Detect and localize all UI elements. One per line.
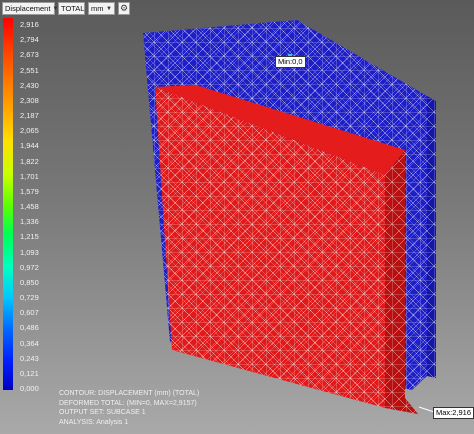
max-value-probe[interactable]: Max:2,916 <box>433 407 474 419</box>
deformed-info-line: DEFORMED TOTAL: (MIN=0, MAX=2,9157) <box>59 399 197 407</box>
fea-model-view[interactable] <box>0 0 474 434</box>
max-probe-leader <box>418 406 435 413</box>
contour-info-line: CONTOUR: DISPLACEMENT (mm) (TOTAL) <box>59 390 200 397</box>
analysis-line: ANALYSIS: Analysis 1 <box>59 419 129 427</box>
result-info: CONTOUR: DISPLACEMENT (mm) (TOTAL) DEFOR… <box>59 389 199 428</box>
back-plate-side-mesh <box>427 96 436 378</box>
output-set-line: OUTPUT SET: SUBCASE 1 <box>59 409 146 417</box>
min-value-probe[interactable]: Min:0,0 <box>275 56 306 68</box>
